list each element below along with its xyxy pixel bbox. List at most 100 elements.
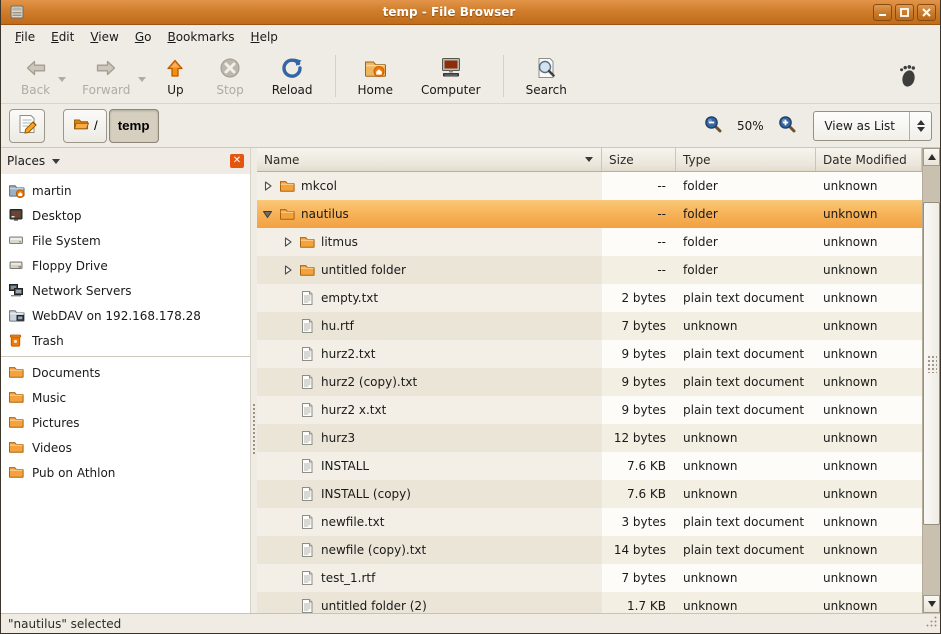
- table-row[interactable]: nautilus--folderunknown: [257, 200, 922, 228]
- zoom-out-button[interactable]: [701, 112, 725, 139]
- toolbar-button-label: Search: [526, 83, 567, 97]
- toolbar-button-search[interactable]: Search: [516, 51, 577, 101]
- spinner-arrows-icon: [909, 112, 931, 140]
- view-mode-select[interactable]: View as List: [813, 111, 932, 141]
- column-header-name[interactable]: Name: [257, 148, 602, 171]
- table-row[interactable]: hu.rtf7 bytesunknownunknown: [257, 312, 922, 340]
- toolbar-button-up[interactable]: Up: [152, 51, 198, 101]
- menu-item-edit[interactable]: Edit: [43, 27, 82, 47]
- table-row[interactable]: empty.txt2 bytesplain text documentunkno…: [257, 284, 922, 312]
- sidebar-item-desktop[interactable]: Desktop: [1, 203, 250, 228]
- file-size-cell: 9 bytes: [602, 396, 676, 424]
- scroll-up-button[interactable]: [923, 148, 940, 166]
- toggle-location-entry-button[interactable]: [9, 109, 45, 143]
- table-row[interactable]: test_1.rtf7 bytesunknownunknown: [257, 564, 922, 592]
- minimize-button[interactable]: [873, 4, 892, 21]
- column-header-type[interactable]: Type: [676, 148, 816, 171]
- toolbar-button-home[interactable]: Home: [348, 51, 403, 101]
- file-type-cell: plain text document: [676, 508, 816, 536]
- file-name-cell: hurz2.txt: [257, 340, 602, 368]
- table-row[interactable]: untitled folder (2)1.7 KBunknownunknown: [257, 592, 922, 613]
- file-date-cell: unknown: [816, 172, 922, 200]
- sidebar-item-pictures[interactable]: Pictures: [1, 410, 250, 435]
- file-date-cell: unknown: [816, 228, 922, 256]
- table-row[interactable]: litmus--folderunknown: [257, 228, 922, 256]
- column-header-label: Date Modified: [823, 153, 907, 167]
- table-row[interactable]: newfile (copy).txt14 bytesplain text doc…: [257, 536, 922, 564]
- expander-expanded-icon[interactable]: [261, 209, 274, 219]
- resize-grip-icon[interactable]: [925, 615, 938, 631]
- file-type-cell: unknown: [676, 592, 816, 613]
- zoom-in-button[interactable]: [775, 112, 799, 139]
- menu-item-bookmarks[interactable]: Bookmarks: [159, 27, 242, 47]
- search-icon: [534, 55, 558, 81]
- toolbar-button-computer[interactable]: Computer: [411, 51, 491, 101]
- path-button-temp[interactable]: temp: [109, 109, 159, 143]
- maximize-button[interactable]: [895, 4, 914, 21]
- table-row[interactable]: INSTALL (copy)7.6 KBunknownunknown: [257, 480, 922, 508]
- sidebar-item-martin[interactable]: martin: [1, 178, 250, 203]
- file-type-cell: folder: [676, 200, 816, 228]
- zoom-in-icon: [777, 114, 797, 137]
- column-header-date-modified[interactable]: Date Modified: [816, 148, 922, 171]
- menu-item-help[interactable]: Help: [243, 27, 286, 47]
- status-text: "nautilus" selected: [8, 617, 121, 631]
- file-type-cell: plain text document: [676, 340, 816, 368]
- expander-collapsed-icon[interactable]: [281, 237, 294, 247]
- sidebar-item-documents[interactable]: Documents: [1, 360, 250, 385]
- sidebar-separator: [1, 356, 250, 357]
- table-row[interactable]: INSTALL7.6 KBunknownunknown: [257, 452, 922, 480]
- sidebar-item-pub-on-athlon[interactable]: Pub on Athlon: [1, 460, 250, 485]
- back-dropdown-icon[interactable]: [58, 69, 66, 82]
- location-bar: /temp 50% View as List: [1, 104, 940, 148]
- toolbar-button-label: Reload: [272, 83, 313, 97]
- table-row[interactable]: hurz2 (copy).txt9 bytesplain text docume…: [257, 368, 922, 396]
- table-row[interactable]: newfile.txt3 bytesplain text documentunk…: [257, 508, 922, 536]
- expander-collapsed-icon[interactable]: [281, 265, 294, 275]
- file-size-cell: 7 bytes: [602, 564, 676, 592]
- scrollbar-thumb[interactable]: [923, 202, 940, 525]
- sidebar-item-file-system[interactable]: File System: [1, 228, 250, 253]
- table-row[interactable]: hurz312 bytesunknownunknown: [257, 424, 922, 452]
- sidebar-item-music[interactable]: Music: [1, 385, 250, 410]
- text-file-icon: [299, 458, 316, 475]
- table-row[interactable]: hurz2 x.txt9 bytesplain text documentunk…: [257, 396, 922, 424]
- sidebar-close-button[interactable]: ✕: [230, 154, 244, 168]
- menu-item-file[interactable]: File: [7, 27, 43, 47]
- file-name-cell: newfile.txt: [257, 508, 602, 536]
- sidebar-item-webdav-on-192-168-178-28[interactable]: WebDAV on 192.168.178.28: [1, 303, 250, 328]
- file-type-cell: unknown: [676, 564, 816, 592]
- file-type-cell: unknown: [676, 312, 816, 340]
- vertical-scrollbar[interactable]: [922, 148, 940, 613]
- sidebar-header[interactable]: Places ✕: [1, 148, 250, 174]
- file-date-cell: unknown: [816, 480, 922, 508]
- titlebar[interactable]: temp - File Browser: [1, 0, 940, 25]
- sidebar-item-label: Music: [32, 391, 66, 405]
- places-sidebar: Places ✕ martin Desktop File System Flop…: [1, 148, 251, 613]
- column-header-size[interactable]: Size: [602, 148, 676, 171]
- sidebar-item-network-servers[interactable]: Network Servers: [1, 278, 250, 303]
- path-button-root[interactable]: /: [63, 109, 107, 143]
- menu-item-go[interactable]: Go: [127, 27, 160, 47]
- sidebar-item-floppy-drive[interactable]: Floppy Drive: [1, 253, 250, 278]
- file-date-cell: unknown: [816, 592, 922, 613]
- text-file-icon: [299, 402, 316, 419]
- table-row[interactable]: hurz2.txt9 bytesplain text documentunkno…: [257, 340, 922, 368]
- menu-item-view[interactable]: View: [82, 27, 126, 47]
- file-name: hurz3: [321, 431, 355, 445]
- stop-icon: [218, 55, 242, 81]
- close-button[interactable]: [917, 4, 936, 21]
- toolbar-button-reload[interactable]: Reload: [262, 51, 323, 101]
- scroll-down-button[interactable]: [923, 595, 940, 613]
- forward-dropdown-icon[interactable]: [138, 69, 146, 82]
- folder-icon: [8, 439, 25, 456]
- file-date-cell: unknown: [816, 508, 922, 536]
- table-row[interactable]: mkcol--folderunknown: [257, 172, 922, 200]
- sidebar-item-videos[interactable]: Videos: [1, 435, 250, 460]
- sidebar-title: Places: [7, 154, 45, 168]
- table-row[interactable]: untitled folder--folderunknown: [257, 256, 922, 284]
- file-date-cell: unknown: [816, 564, 922, 592]
- expander-collapsed-icon[interactable]: [261, 181, 274, 191]
- sidebar-item-trash[interactable]: Trash: [1, 328, 250, 353]
- pane-resize-handle[interactable]: [251, 148, 257, 613]
